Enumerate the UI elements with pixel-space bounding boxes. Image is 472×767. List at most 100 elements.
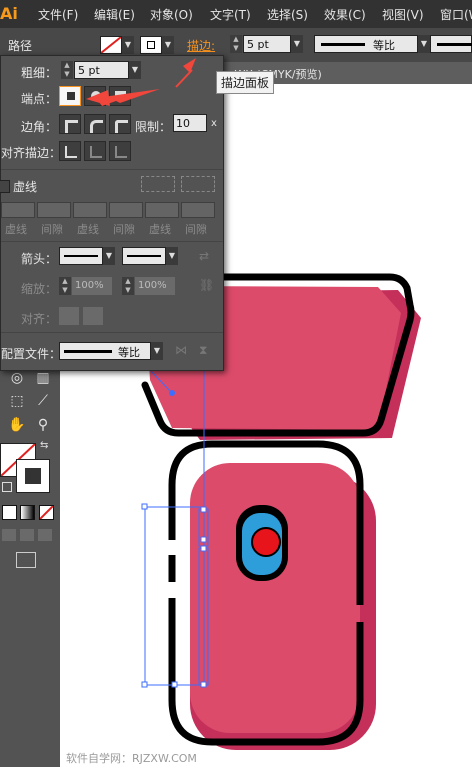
profile-select[interactable]: 等比 (314, 35, 418, 53)
illustrator-logo: Ai (0, 4, 18, 23)
bevel-join-button[interactable] (109, 114, 131, 134)
none-mode-icon[interactable] (39, 505, 54, 520)
dash-field-2[interactable] (73, 202, 107, 218)
panel-profile-text: 等比 (118, 346, 140, 359)
scale-label: 缩放： (21, 282, 58, 296)
arrow-align-label: 对齐： (21, 312, 58, 326)
swap-arrows-icon[interactable]: ⇄ (199, 249, 209, 263)
dash-preserve-button[interactable] (141, 176, 175, 192)
align-center-icon (65, 146, 77, 158)
gap-field-1[interactable] (37, 202, 71, 218)
arrow-tip-extend-button[interactable] (59, 307, 79, 325)
menu-object[interactable]: 对象(O) (150, 6, 193, 23)
draw-normal-icon[interactable] (2, 529, 16, 541)
align-inside-icon (90, 146, 102, 158)
anchor-point (169, 390, 175, 396)
end-arrow-line-icon (127, 255, 161, 257)
scale-start-field[interactable]: 100% (72, 277, 112, 295)
bevel-join-icon (115, 120, 128, 133)
draw-inside-icon[interactable] (38, 529, 52, 541)
profile-line-icon (321, 43, 365, 46)
zoom-tool-icon[interactable]: ⚲ (32, 414, 54, 436)
link-scale-icon[interactable]: ⛓ (199, 278, 214, 292)
panel-profile-dropdown[interactable]: ▼ (151, 342, 163, 360)
limit-label: 限制： (135, 120, 172, 134)
arrowhead-label: 箭头： (21, 252, 58, 266)
profile-text: 等比 (373, 39, 395, 52)
profile-dropdown[interactable]: ▼ (418, 35, 430, 53)
slice-tool-icon[interactable]: ⟋ (32, 390, 54, 412)
color-mode-icon[interactable] (2, 505, 17, 520)
stroke-inner-icon (25, 468, 41, 484)
align-inside-button[interactable] (84, 141, 106, 161)
end-arrow-dropdown[interactable]: ▼ (166, 247, 178, 265)
miter-join-button[interactable] (59, 114, 81, 134)
end-arrow-select[interactable] (122, 247, 166, 265)
round-join-button[interactable] (84, 114, 106, 134)
hand-tool-icon[interactable]: ✋ (6, 414, 28, 436)
dash-label-3: 虚线 (149, 223, 171, 236)
arrow-tip-place-button[interactable] (83, 307, 103, 325)
align-outside-icon (115, 146, 127, 158)
brush-select[interactable] (430, 35, 472, 53)
draw-behind-icon[interactable] (20, 529, 34, 541)
limit-field[interactable]: 10 (173, 114, 207, 132)
dash-align-button[interactable] (181, 176, 215, 192)
divider (1, 169, 223, 170)
dashed-checkbox[interactable] (0, 180, 10, 193)
flip-across-icon[interactable]: ⋈ (175, 343, 187, 357)
panel-profile-line-icon (64, 350, 112, 353)
swap-icon[interactable]: ⇆ (40, 440, 48, 451)
menu-view[interactable]: 视图(V) (382, 6, 424, 23)
brush-line-icon (437, 43, 472, 46)
body-fill (190, 463, 360, 733)
annotation-arrowhead-lower (86, 90, 110, 106)
scale-end-stepper[interactable]: ▲ ▼ (122, 277, 134, 295)
panel-profile-select[interactable]: 等比 (59, 342, 151, 360)
menu-window[interactable]: 窗口(W) (440, 6, 472, 23)
weight-dropdown[interactable]: ▼ (291, 35, 303, 53)
stroke-color-box[interactable] (16, 459, 50, 493)
gap-field-2[interactable] (109, 202, 143, 218)
limit-unit: x (211, 118, 217, 129)
menu-file[interactable]: 文件(F) (38, 6, 78, 23)
menu-select[interactable]: 选择(S) (267, 6, 308, 23)
start-arrow-line-icon (64, 255, 98, 257)
miter-join-icon (65, 120, 78, 133)
watermark: 软件自学网：RJZXW.COM (66, 752, 197, 765)
artboard-tool-icon[interactable]: ⬚ (6, 390, 28, 412)
stroke-square-icon (147, 41, 155, 49)
dash-label-2: 虚线 (77, 223, 99, 236)
scale-end-field[interactable]: 100% (135, 277, 175, 295)
divider (1, 332, 223, 333)
dashed-label: 虚线 (13, 180, 38, 194)
menu-type[interactable]: 文字(T) (210, 6, 251, 23)
stroke-weight-field[interactable]: 5 pt (243, 35, 291, 53)
corner-label: 边角： (21, 120, 58, 134)
profile-label: 配置文件： (1, 347, 62, 361)
dash-field-3[interactable] (145, 202, 179, 218)
align-center-button[interactable] (59, 141, 81, 161)
menu-bar: Ai 文件(F) 编辑(E) 对象(O) 文字(T) 选择(S) 效果(C) 视… (0, 0, 472, 28)
menu-edit[interactable]: 编辑(E) (94, 6, 135, 23)
gradient-mode-icon[interactable] (20, 505, 35, 520)
screen-mode-icon[interactable] (16, 552, 36, 568)
align-outside-button[interactable] (109, 141, 131, 161)
menu-effect[interactable]: 效果(C) (324, 6, 366, 23)
start-arrow-dropdown[interactable]: ▼ (103, 247, 115, 265)
annotation-arrowhead-upper (183, 58, 196, 73)
flip-along-icon[interactable]: ⧗ (199, 343, 207, 358)
start-arrow-select[interactable] (59, 247, 103, 265)
scale-start-stepper[interactable]: ▲ ▼ (59, 277, 71, 295)
gap-label-3: 间隙 (185, 223, 207, 236)
dash-field-1[interactable] (1, 202, 35, 218)
dash-label-1: 虚线 (5, 223, 27, 236)
align-stroke-label: 对齐描边： (1, 146, 62, 160)
weight-stepper[interactable]: ▲ ▼ (230, 35, 242, 53)
gap-label-1: 间隙 (41, 223, 63, 236)
default-colors-icon[interactable] (2, 482, 12, 492)
none-slash-icon (40, 506, 53, 519)
gap-label-2: 间隙 (113, 223, 135, 236)
gap-field-3[interactable] (181, 202, 215, 218)
round-join-icon (90, 120, 103, 133)
